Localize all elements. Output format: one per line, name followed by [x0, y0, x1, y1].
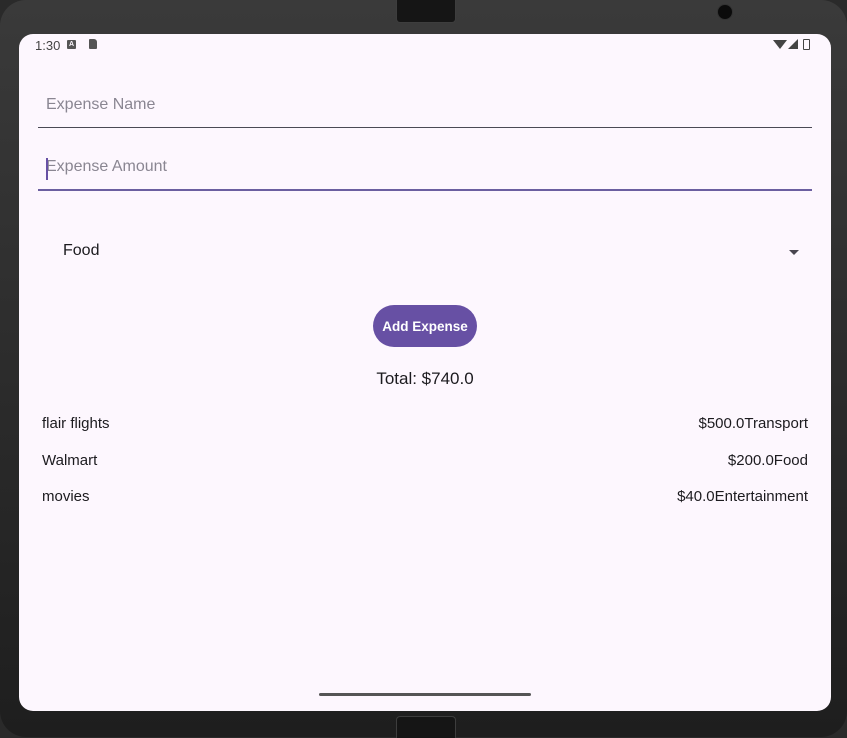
- cell-signal-icon: [788, 39, 798, 49]
- expense-amount-input[interactable]: [38, 149, 812, 185]
- camera-icon: [717, 4, 733, 20]
- expense-name-field[interactable]: [38, 87, 812, 128]
- expense-amount-category: $40.0Entertainment: [677, 488, 808, 505]
- expense-name: flair flights: [42, 415, 110, 432]
- app-screen: 1:30 A Food Add Expense Total: $740.0 fl…: [19, 34, 831, 711]
- expense-amount-field[interactable]: [38, 149, 812, 191]
- expense-name: Walmart: [42, 452, 98, 469]
- category-selected-value: Food: [63, 242, 100, 259]
- list-item: flair flights $500.0Transport: [42, 415, 808, 439]
- dropdown-arrow-icon[interactable]: [789, 250, 799, 255]
- expense-name: movies: [42, 488, 90, 505]
- status-bar: 1:30 A: [19, 34, 831, 58]
- sd-card-icon: [89, 39, 97, 49]
- text-cursor: [46, 158, 48, 180]
- expense-name-input[interactable]: [38, 87, 812, 123]
- expense-amount-category: $500.0Transport: [698, 415, 808, 432]
- wifi-icon: [773, 40, 787, 49]
- total-label: Total: $740.0: [376, 369, 474, 388]
- device-frame: 1:30 A Food Add Expense Total: $740.0 fl…: [0, 0, 847, 738]
- device-hinge-bottom: [396, 716, 456, 738]
- battery-icon: [803, 39, 810, 50]
- gesture-nav-handle[interactable]: [319, 693, 531, 696]
- add-expense-button[interactable]: Add Expense: [373, 305, 477, 347]
- list-item: movies $40.0Entertainment: [42, 488, 808, 512]
- expense-amount-category: $200.0Food: [727, 452, 808, 469]
- category-dropdown[interactable]: Food: [38, 230, 812, 278]
- accessibility-icon: A: [67, 40, 76, 49]
- list-item: Walmart $200.0Food: [42, 452, 808, 476]
- device-hinge-top: [396, 0, 456, 23]
- status-time: 1:30: [35, 38, 61, 53]
